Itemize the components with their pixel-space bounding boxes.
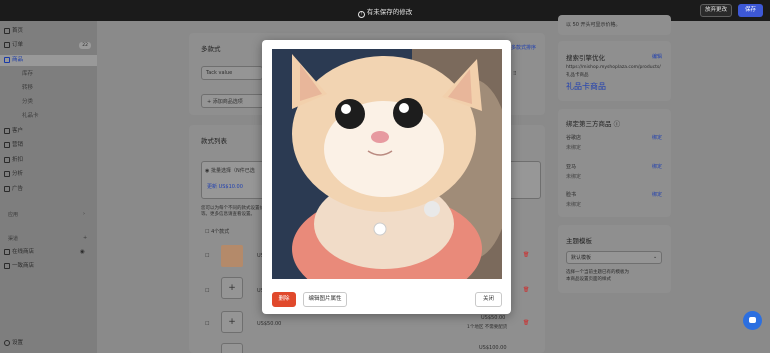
edit-image-properties-button[interactable]: 编辑图片属性 <box>303 292 347 307</box>
seo-card: 搜索引擎优化 编辑 https://mishop.myshoplaza.com/… <box>558 41 671 101</box>
price-note: 以 50 开头可显示价格。 <box>566 22 621 28</box>
person-icon <box>4 128 10 134</box>
megaphone-icon <box>4 142 10 148</box>
sidebar-item-transfers[interactable]: 转移 <box>0 83 97 94</box>
apps-section-header: 应用 › <box>8 211 85 218</box>
sidebar-item-pos[interactable]: 一致商店 <box>0 261 97 272</box>
delete-icon[interactable]: 🗑 <box>523 252 529 258</box>
variant-price-right: US$50.00 <box>481 315 506 321</box>
platform-name: 脸书 <box>566 192 577 198</box>
bind-status: 未绑定 <box>566 145 582 151</box>
third-party-card: 绑定第三方商品 ⓘ 谷歌店 绑定 未绑定 亚马 绑定 未绑定 脸书 绑定 未绑定 <box>558 109 671 217</box>
chat-support-button[interactable] <box>743 311 762 330</box>
drag-handle-icon[interactable]: ⠿ <box>513 71 517 77</box>
discount-icon <box>4 157 10 163</box>
home-icon <box>4 28 10 34</box>
add-image-button[interactable]: + <box>221 277 243 299</box>
theme-title: 主题模板 <box>566 237 592 245</box>
save-button[interactable]: 保存 <box>738 4 763 17</box>
row-checkbox[interactable]: ☐ <box>205 253 209 259</box>
platform-name: 亚马 <box>566 164 577 170</box>
discard-button[interactable]: 放弃更改 <box>700 4 732 17</box>
bind-link[interactable]: 绑定 <box>652 191 662 198</box>
seo-sub: 礼品卡商品 <box>566 73 589 78</box>
add-option-label: 添加商品选项 <box>212 99 243 105</box>
orders-count-badge: 22 <box>79 42 91 49</box>
add-image-button[interactable] <box>221 343 243 353</box>
variant-count-label: 4个款式 <box>211 229 230 235</box>
help-icon[interactable]: ⓘ <box>614 120 621 128</box>
bind-link[interactable]: 绑定 <box>652 134 662 141</box>
eye-icon[interactable]: ◉ <box>80 247 85 258</box>
chart-icon <box>4 171 10 177</box>
sidebar-item-home[interactable]: 首页 <box>0 26 97 37</box>
tag-icon <box>4 57 10 63</box>
sidebar-item-marketing[interactable]: 营销 <box>0 140 97 151</box>
sidebar-item-customers[interactable]: 客户 <box>0 126 97 137</box>
add-channel-icon[interactable]: + <box>83 235 87 241</box>
variants-title: 多款式 <box>201 45 221 53</box>
seo-url: https://mishop.myshoplaza.com/products/ <box>566 65 661 70</box>
theme-note-line2: 本商品设置页面的样式 <box>566 277 611 282</box>
monitor-icon <box>4 186 10 192</box>
store-icon <box>4 249 10 255</box>
theme-card: 主题模板 默认模板 ⌄ 选择一个当前主题已有的模板为 本商品设置页面的样式 <box>558 225 671 293</box>
sidebar-item-settings[interactable]: 设置 <box>0 338 97 349</box>
gear-icon <box>4 340 10 346</box>
variant-list-title: 款式列表 <box>201 137 227 145</box>
close-dialog-button[interactable]: 关闭 <box>475 292 502 307</box>
seo-edit-link[interactable]: 编辑 <box>652 53 662 60</box>
sort-variants-link[interactable]: 多款式排序 <box>511 44 536 51</box>
delete-icon[interactable]: 🗑 <box>523 287 529 293</box>
delete-icon[interactable]: 🗑 <box>523 320 529 326</box>
sidebar-item-online-store[interactable]: 在线商店 ◉ <box>0 247 97 258</box>
bind-status: 未绑定 <box>566 174 582 180</box>
theme-selected: 默认模板 <box>571 255 592 261</box>
delete-image-button[interactable]: 删除 <box>272 292 296 307</box>
seo-title: 搜索引擎优化 <box>566 54 605 62</box>
bind-link[interactable]: 绑定 <box>652 163 662 170</box>
channels-section-header: 渠道 + <box>8 235 88 242</box>
variant-price: US$100.00 <box>479 345 507 351</box>
variant-price: US$50.00 <box>257 321 282 327</box>
chevron-down-icon: ⌄ <box>653 254 658 260</box>
sidebar-item-orders[interactable]: 订单 22 <box>0 40 97 51</box>
info-icon: ! <box>357 11 365 18</box>
sidebar-item-products[interactable]: 商品 <box>0 55 97 66</box>
image-preview-dialog: 删除 编辑图片属性 关闭 <box>262 40 511 314</box>
variant-shipping-note: 1个地区 不需要配货 <box>467 325 508 330</box>
price-note-card: 以 50 开头可显示价格。 <box>558 15 671 35</box>
orders-icon <box>4 42 10 48</box>
variant-thumbnail[interactable] <box>221 245 243 267</box>
variant-note-line2: 等。更多信息请查看设置。 <box>201 212 255 217</box>
seo-product-name: 礼品卡商品 <box>566 82 606 91</box>
sidebar-item-analytics[interactable]: 分析 <box>0 169 97 180</box>
row-checkbox[interactable]: ☐ <box>205 288 209 294</box>
add-image-button[interactable]: + <box>221 311 243 333</box>
option-value-text: Tack value <box>206 70 233 76</box>
sidebar-item-collections[interactable]: 分类 <box>0 97 97 108</box>
theme-note-line1: 选择一个当前主题已有的模板为 <box>566 270 629 275</box>
pos-icon <box>4 263 10 269</box>
bulk-select-label: 批量选择（N件已选 <box>210 168 255 174</box>
product-image <box>272 49 502 279</box>
sidebar-item-gift-cards[interactable]: 礼品卡 <box>0 111 97 122</box>
sidebar-item-ads[interactable]: 广告 <box>0 184 97 195</box>
sidebar: 首页 订单 22 商品 库存 转移 分类 礼品卡 客户 营销 折扣 分析 广告 应… <box>0 21 97 353</box>
add-app-icon[interactable]: › <box>83 211 85 217</box>
row-checkbox[interactable]: ☐ <box>205 321 209 327</box>
bulk-price-link[interactable]: 更新 US$10.00 <box>207 183 243 190</box>
platform-name: 谷歌店 <box>566 135 582 141</box>
sidebar-item-discounts[interactable]: 折扣 <box>0 155 97 166</box>
bind-status: 未绑定 <box>566 202 582 208</box>
sidebar-item-inventory[interactable]: 库存 <box>0 69 97 80</box>
chat-icon <box>749 317 756 323</box>
third-party-title: 绑定第三方商品 ⓘ <box>566 120 621 128</box>
